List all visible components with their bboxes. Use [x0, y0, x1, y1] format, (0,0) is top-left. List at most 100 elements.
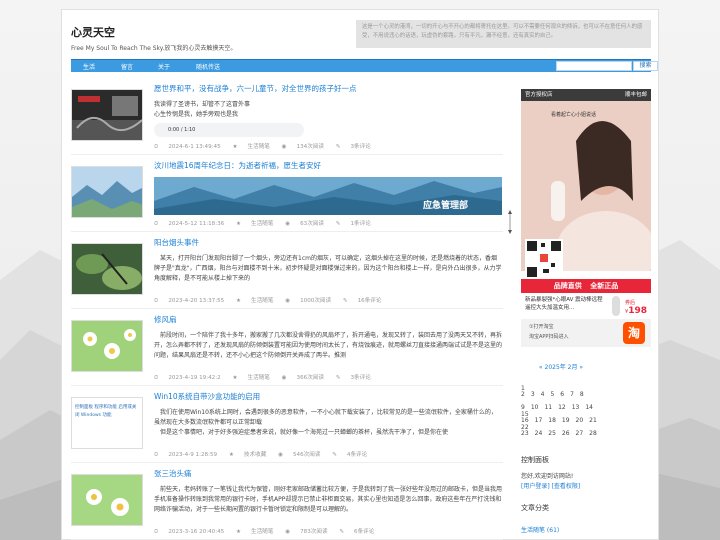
search-button[interactable]: 搜索	[633, 61, 658, 71]
post-item: 汶川地震16周年纪念日：为逝者祈福，愿生者安好 应急管理部 ⏲ 2024-5-12…	[71, 156, 503, 232]
clock-icon: ⏲	[154, 221, 159, 227]
post-thumbnail[interactable]	[71, 89, 143, 141]
eye-icon: ◉	[281, 375, 287, 381]
ad-brand: 顺丰包邮	[624, 92, 647, 98]
nav-item-about[interactable]: 关于	[158, 62, 170, 71]
post-excerpt: 我们在使用Win10系统上网时，会遇到很多的恶意软件，一不小心就下载安装了，比较…	[154, 409, 497, 436]
star-icon: ★	[232, 144, 238, 150]
eye-icon: ◉	[285, 298, 291, 304]
post-comments[interactable]: 6条评论	[354, 529, 374, 535]
post-title[interactable]: 愿世界和平，没有战争，六一儿童节，对全世界的孩子好一点	[154, 83, 357, 94]
clock-icon: ⏲	[154, 375, 159, 381]
categories-title: 文章分类	[521, 504, 549, 512]
nav-item-random[interactable]: 随机传送	[196, 62, 220, 71]
post-meta: ⏲ 2023-4-20 13:37:55 ★ 生活随笔 ◉ 1000次阅读 ✎ 16条评…	[154, 296, 392, 305]
clock-icon: ⏲	[154, 144, 159, 150]
comment-icon: ✎	[342, 298, 348, 304]
calendar-row: 23 24 25 26 27 28	[521, 430, 597, 437]
eye-icon: ◉	[278, 452, 283, 458]
post-meta: ⏲ 2024-6-1 13:49:45 ★ 生活随笔 ◉ 134次阅读 ✎ 3条评论	[154, 142, 381, 151]
thumb-caption: 控制面板 程序和功能 启用或关闭 Windows 功能	[75, 405, 137, 418]
post-category[interactable]: 生活随笔	[251, 529, 273, 535]
star-icon: ★	[236, 529, 242, 535]
nav-item-guestbook[interactable]: 留言	[121, 62, 133, 71]
site-title[interactable]: 心灵天空	[71, 24, 115, 40]
sidebar: 官方授权店 顺丰包邮 看着起亡心小姐说话 品牌直供 全新正品 新品暴裂强*心眼A…	[521, 79, 651, 540]
star-icon: ★	[236, 221, 242, 227]
post-meta: ⏲ 2023-3-16 20:40:45 ★ 生活随笔 ◉ 783次阅读 ✎ 6条评论	[154, 527, 384, 536]
post-meta: ⏲ 2023-4-9 1:28:59 ★ 技术收藏 ◉ 546次阅读 ✎ 4条评论	[154, 450, 377, 459]
calendar-title[interactable]: « 2025年 2月 »	[521, 362, 601, 371]
clock-icon: ⏲	[154, 452, 159, 458]
post-date: 2024-6-1 13:49:45	[168, 144, 221, 150]
post-thumbnail[interactable]	[71, 474, 143, 526]
ad-header: 官方授权店 顺丰包邮	[521, 89, 651, 101]
column-resize-handle[interactable]	[508, 210, 512, 234]
post-comments[interactable]: 4条评论	[347, 452, 367, 458]
page-container: 心灵天空 Free My Soul To Reach The Sky.放飞我的心…	[61, 9, 659, 540]
control-panel-welcome: 您好,欢迎到访网站!	[521, 473, 574, 480]
post-title[interactable]: 修风扇	[154, 314, 177, 325]
post-thumbnail[interactable]	[71, 243, 143, 295]
control-panel-links[interactable]: [用户登录] [查看权限]	[521, 481, 580, 490]
site-notice: 这是一个心灵的港湾，一切的开心与不开心的都将寄托在这里。可以不需要任何观众的倾诉…	[356, 20, 651, 48]
post-list: 愿世界和平，没有战争，六一儿童节，对全世界的孩子好一点 我读得了圣谤书，却管不了…	[71, 79, 503, 540]
nav-bar: 生活 留言 关于 随机传送 搜索	[71, 59, 658, 72]
post-thumbnail[interactable]	[71, 320, 143, 372]
post-category[interactable]: 生活随笔	[247, 375, 269, 381]
taobao-icon: 淘	[623, 322, 645, 344]
post-category[interactable]: 生活随笔	[251, 221, 273, 227]
post-comments[interactable]: 3条评论	[350, 144, 370, 150]
post-title[interactable]: 汶川地震16周年纪念日：为逝者祈福，愿生者安好	[154, 160, 321, 171]
post-date: 2023-4-20 13:37:55	[168, 298, 225, 304]
category-item[interactable]: 生活随笔 (61)	[521, 525, 559, 534]
post-item: 控制面板 程序和功能 启用或关闭 Windows 功能 Win10系统自带沙盒功…	[71, 387, 503, 463]
star-icon: ★	[228, 452, 234, 458]
post-thumbnail[interactable]	[71, 166, 143, 218]
post-views: 63次阅读	[300, 221, 324, 227]
audio-time: 0:00 / 1:10	[168, 127, 196, 133]
ad-footer-text: 淘宝APP扫码进入	[529, 334, 569, 340]
clock-icon: ⏲	[154, 298, 159, 304]
post-views: 1000次阅读	[300, 298, 332, 304]
site-subtitle: Free My Soul To Reach The Sky.放飞我的心灵去触摸天…	[71, 45, 237, 52]
post-category[interactable]: 生活随笔	[251, 298, 273, 304]
post-views: 546次阅读	[292, 452, 321, 458]
ad-promo-bar: 品牌直供 全新正品	[521, 279, 651, 293]
ad-promo-right: 全新正品	[590, 282, 619, 290]
post-title[interactable]: Win10系统自带沙盒功能的启用	[154, 391, 260, 402]
ad-price: 198	[628, 306, 647, 316]
post-title[interactable]: 阳台烟头事件	[154, 237, 199, 248]
ad-promo-left: 品牌直供	[553, 282, 582, 290]
post-comments[interactable]: 16条评论	[358, 298, 382, 304]
post-category[interactable]: 技术收藏	[244, 452, 266, 458]
nav-item-life[interactable]: 生活	[83, 62, 95, 71]
post-excerpt: 前些天，老妈转账了一笔钱让我代为保管，刚好老家邮政储蓄比较方便，于是我转到了我一…	[154, 486, 502, 513]
eye-icon: ◉	[285, 529, 291, 535]
ad-footer: ①打开淘宝 淘宝APP扫码进入 淘	[521, 319, 651, 347]
post-thumbnail[interactable]: 控制面板 程序和功能 启用或关闭 Windows 功能	[71, 397, 143, 449]
audio-player[interactable]: 0:00 / 1:10	[154, 123, 304, 137]
comment-icon: ✎	[339, 529, 345, 535]
post-comments[interactable]: 1条评论	[350, 221, 370, 227]
ad-price-box: 券后 ¥198	[625, 299, 651, 316]
post-comments[interactable]: 3条评论	[350, 375, 370, 381]
eye-icon: ◉	[281, 144, 287, 150]
post-excerpt: 某天，打开阳台门发现阳台脚了一个烟头，旁边还有1cm的烟灰，可以确定，这烟头掉在…	[154, 255, 502, 282]
post-excerpt: 前段时间，一个陪伴了我十多年，搬家搬了几次都没舍得扔的风扇坏了，拆开通电，发现又…	[154, 332, 502, 359]
ad-shop-label: 官方授权店	[525, 92, 553, 98]
search-input[interactable]	[556, 61, 632, 71]
qr-code-icon	[525, 239, 563, 279]
ad-banner[interactable]: 官方授权店 顺丰包邮 看着起亡心小姐说话 品牌直供 全新正品 新品暴裂强*心眼A…	[521, 89, 651, 347]
post-category[interactable]: 生活随笔	[247, 144, 269, 150]
post-date: 2024-5-12 11:18:36	[168, 221, 225, 227]
ad-slogan: 看着起亡心小姐说话	[551, 112, 597, 118]
post-views: 783次阅读	[300, 529, 328, 535]
eye-icon: ◉	[285, 221, 291, 227]
post-views: 366次阅读	[296, 375, 324, 381]
post-title[interactable]: 张三治头痛	[154, 468, 192, 479]
post-banner-image[interactable]: 应急管理部	[154, 177, 502, 215]
comment-icon: ✎	[335, 221, 341, 227]
banner-caption: 应急管理部	[422, 201, 468, 211]
post-item: 愿世界和平，没有战争，六一儿童节，对全世界的孩子好一点 我读得了圣谤书，却管不了…	[71, 79, 503, 155]
